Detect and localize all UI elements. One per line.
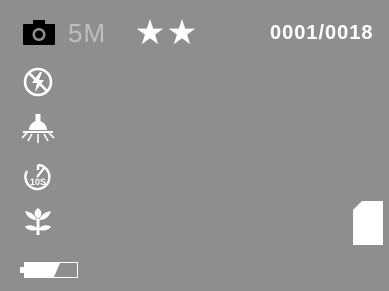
macro-flower-icon — [25, 208, 51, 235]
status-bar: 5M 0001/0018 — [0, 0, 389, 62]
self-timer-icon: 10S — [24, 163, 51, 191]
star-icon — [168, 19, 196, 45]
shot-counter: 0001/0018 — [270, 22, 374, 44]
quality-stars — [137, 19, 196, 45]
camera-lcd-screen: 5M 0001/0018 10S — [0, 0, 389, 291]
white-balance-sunny-icon — [21, 114, 55, 143]
flash-off-icon — [23, 67, 53, 97]
battery-icon — [20, 262, 78, 278]
timer-value-label: 10S — [30, 177, 46, 187]
resolution-label: 5M — [68, 18, 107, 48]
star-icon — [137, 19, 164, 45]
sd-card-icon — [353, 201, 383, 245]
camera-icon — [23, 20, 55, 45]
